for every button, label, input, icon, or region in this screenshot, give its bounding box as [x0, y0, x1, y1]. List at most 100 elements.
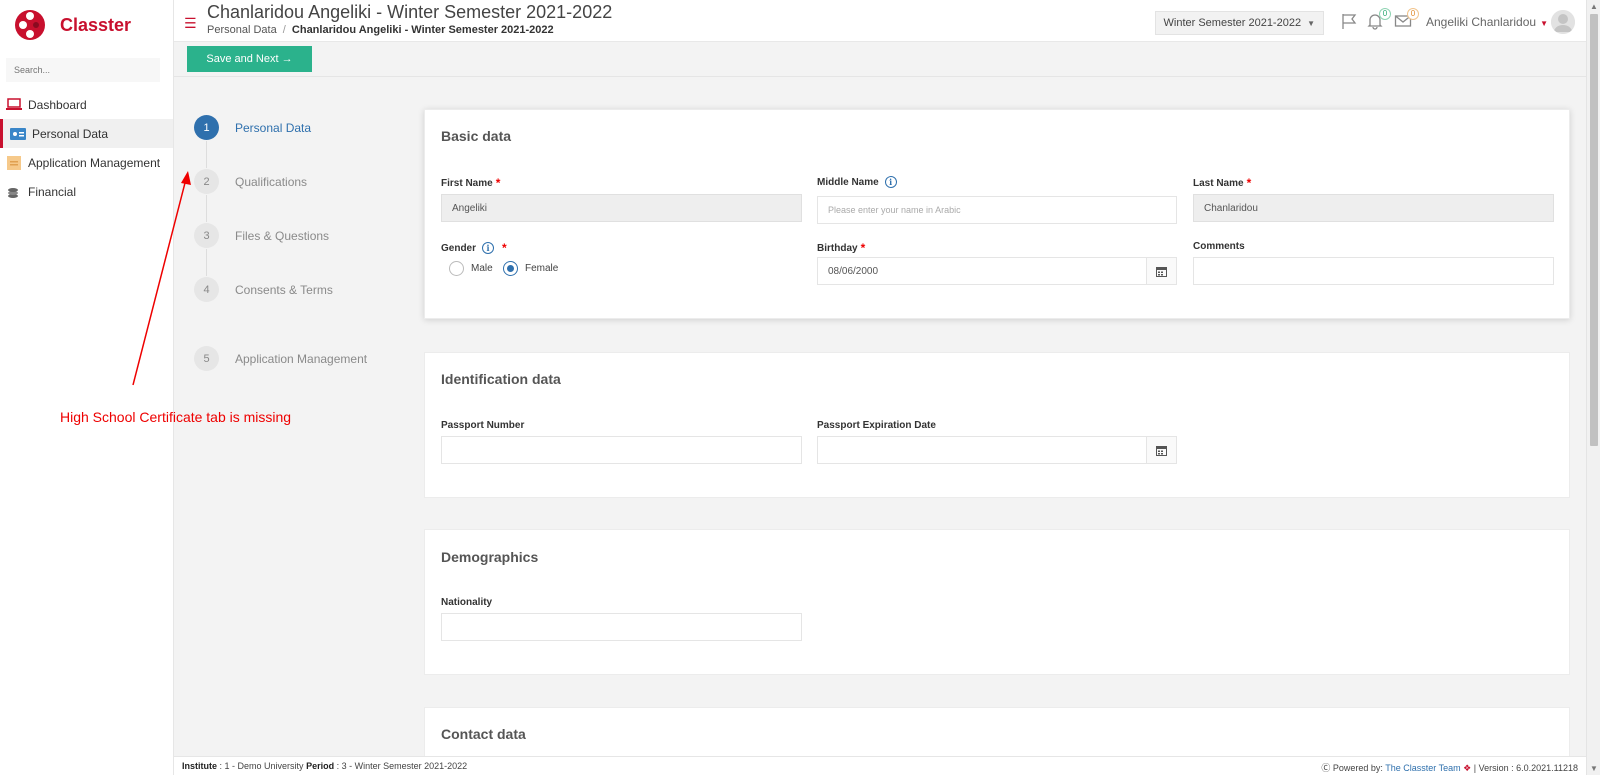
sidebar-item-personal-data[interactable]: Personal Data — [0, 119, 173, 148]
label-text: Gender — [441, 242, 477, 254]
gender-male-option[interactable]: Male — [449, 261, 493, 276]
nationality-label: Nationality — [441, 597, 492, 608]
label-text: Passport Expiration Date — [817, 420, 936, 431]
birthday-label: Birthday * — [817, 241, 865, 255]
breadcrumb: Personal Data / Chanlaridou Angeliki - W… — [207, 24, 554, 36]
scroll-up-icon[interactable]: ▲ — [1590, 2, 1598, 11]
label-text: First Name — [441, 177, 493, 189]
id-card-icon — [10, 127, 26, 141]
first-name-label: First Name * — [441, 176, 500, 190]
version-text: | Version : 6.0.2021.11218 — [1473, 763, 1578, 773]
menu-toggle-icon[interactable]: ☰ — [184, 15, 197, 32]
search-input[interactable] — [6, 58, 160, 82]
info-icon[interactable]: i — [884, 176, 897, 188]
footer-powered-by: Ⓒ Powered by: The Classter Team ❖ | Vers… — [1321, 761, 1578, 774]
middle-name-field[interactable]: Please enter your name in Arabic — [817, 196, 1177, 224]
scrollbar[interactable]: ▲ ▼ — [1586, 0, 1600, 775]
top-header: ☰ Chanlaridou Angeliki - Winter Semester… — [174, 0, 1586, 42]
section-title: Contact data — [441, 726, 526, 742]
step-qualifications[interactable]: 2 Qualifications — [194, 169, 307, 194]
passport-expiration-label: Passport Expiration Date — [817, 420, 936, 431]
required-mark: * — [495, 176, 501, 190]
birthday-value: 08/06/2000 — [828, 265, 879, 277]
label-text: Comments — [1193, 241, 1245, 252]
breadcrumb-current: Chanlaridou Angeliki - Winter Semester 2… — [291, 24, 554, 36]
period-select-value: Winter Semester 2021-2022 — [1163, 17, 1302, 29]
period-value: : 3 - Winter Semester 2021-2022 — [336, 761, 468, 771]
step-label: Personal Data — [235, 120, 312, 135]
powered-by-text: Powered by: — [1332, 763, 1383, 773]
coins-icon — [6, 185, 22, 199]
step-files-questions[interactable]: 3 Files & Questions — [194, 223, 329, 248]
logo[interactable]: Classter — [0, 0, 173, 50]
calendar-icon[interactable] — [1146, 437, 1176, 463]
caret-down-icon: ▼ — [1540, 19, 1548, 28]
radio-button[interactable] — [503, 261, 518, 276]
first-name-field[interactable]: Angeliki — [441, 194, 802, 222]
passport-expiration-field[interactable] — [817, 436, 1177, 464]
bell-icon[interactable]: 0 — [1366, 8, 1391, 30]
passport-number-label: Passport Number — [441, 420, 524, 431]
required-mark: * — [860, 241, 866, 255]
annotation-arrow — [132, 171, 191, 386]
step-label: Qualifications — [235, 174, 308, 189]
label-text: Passport Number — [441, 420, 525, 431]
scroll-down-icon[interactable]: ▼ — [1590, 764, 1598, 773]
copyright-icon: Ⓒ — [1321, 763, 1331, 773]
step-connector — [206, 141, 207, 168]
user-menu[interactable]: Angeliki Chanlaridou ▼ — [1426, 15, 1548, 29]
gender-female-option[interactable]: Female — [503, 261, 558, 276]
middle-name-label: Middle Name i — [817, 176, 897, 188]
avatar[interactable] — [1551, 10, 1575, 34]
label-text: Middle Name — [817, 176, 879, 188]
footer-institute-info: Institute : 1 - Demo University Period :… — [182, 761, 467, 771]
label-text: Birthday — [817, 242, 858, 254]
flag-icon[interactable] — [1340, 12, 1360, 30]
page-title: Chanlaridou Angeliki - Winter Semester 2… — [207, 2, 613, 22]
classter-logo-icon — [14, 9, 46, 41]
required-mark: * — [502, 241, 507, 255]
section-title: Demographics — [441, 549, 539, 565]
laptop-icon — [6, 98, 22, 112]
label-text: Nationality — [441, 597, 493, 608]
user-name: Angeliki Chanlaridou — [1426, 15, 1537, 29]
step-personal-data[interactable]: 1 Personal Data — [194, 115, 311, 140]
radio-label: Male — [471, 263, 493, 274]
breadcrumb-root[interactable]: Personal Data — [207, 24, 277, 36]
last-name-value: Chanlaridou — [1204, 202, 1258, 214]
calendar-icon[interactable] — [1146, 258, 1176, 284]
birthday-field[interactable]: 08/06/2000 — [817, 257, 1177, 285]
step-number: 1 — [194, 115, 219, 140]
info-icon[interactable]: i — [482, 242, 495, 254]
demographics-card: Demographics Nationality — [424, 529, 1570, 675]
sidebar-item-label: Personal Data — [32, 126, 109, 141]
chevron-down-icon: ▼ — [1307, 18, 1315, 28]
radio-button[interactable] — [449, 261, 464, 276]
save-and-next-button[interactable]: Save and Next → — [187, 46, 312, 72]
scroll-thumb[interactable] — [1590, 14, 1598, 446]
classter-team-link[interactable]: The Classter Team — [1385, 763, 1460, 773]
step-consents-terms[interactable]: 4 Consents & Terms — [194, 277, 333, 302]
period-select[interactable]: Winter Semester 2021-2022 ▼ — [1154, 11, 1324, 35]
first-name-value: Angeliki — [452, 202, 488, 214]
last-name-field[interactable]: Chanlaridou — [1193, 194, 1554, 222]
basic-data-card: Basic data First Name * Angeliki Middle N… — [424, 109, 1570, 319]
footer: Institute : 1 - Demo University Period :… — [174, 756, 1586, 775]
annotation-text: High School Certificate tab is missing — [60, 409, 292, 425]
classter-small-logo-icon: ❖ — [1463, 763, 1472, 773]
gender-label: Gender i * — [441, 241, 507, 255]
step-label: Application Management — [235, 351, 368, 366]
period-label: Period — [306, 761, 335, 771]
notification-count-badge: 0 — [1379, 8, 1391, 20]
nationality-field[interactable] — [441, 613, 802, 641]
envelope-icon[interactable]: 0 — [1394, 8, 1419, 30]
section-title: Basic data — [441, 128, 512, 144]
sidebar-item-dashboard[interactable]: Dashboard — [0, 90, 173, 119]
comments-field[interactable] — [1193, 257, 1554, 285]
sidebar-item-label: Financial — [28, 184, 77, 199]
step-application-management[interactable]: 5 Application Management — [194, 346, 367, 371]
action-bar: Save and Next → — [174, 42, 1586, 77]
sidebar-item-label: Dashboard — [28, 97, 87, 112]
middle-name-placeholder: Please enter your name in Arabic — [828, 205, 961, 215]
passport-number-field[interactable] — [441, 436, 802, 464]
